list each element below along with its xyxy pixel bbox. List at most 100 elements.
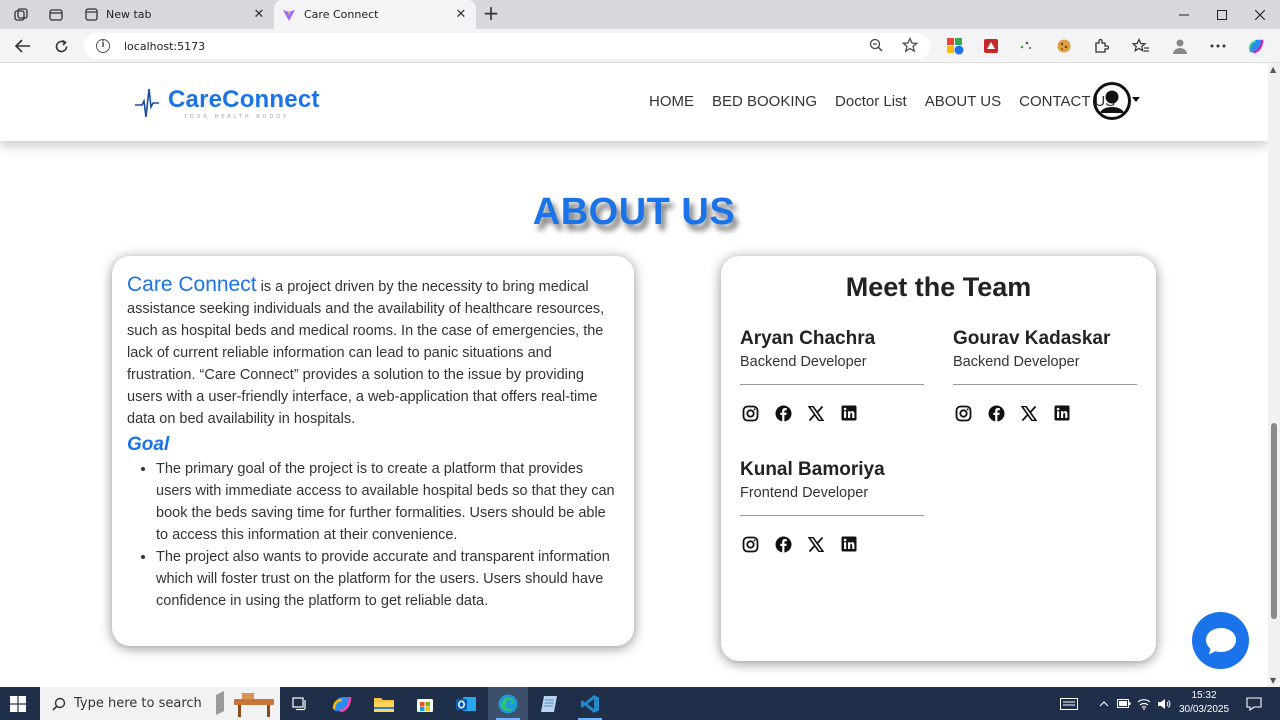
member-role: Frontend Developer xyxy=(740,485,869,501)
brand-name: Care Connect xyxy=(127,273,257,296)
tab-new-tab[interactable]: New tab ✕ xyxy=(76,0,274,29)
chat-bubble-icon xyxy=(1205,627,1236,654)
copilot-icon[interactable] xyxy=(1247,37,1265,55)
social-links xyxy=(740,403,924,423)
zoom-icon[interactable] xyxy=(866,35,886,55)
member-name: Gourav Kadaskar xyxy=(953,328,1111,349)
site-info-icon[interactable]: i xyxy=(96,39,110,53)
about-card: Care Connect is a project driven by the … xyxy=(112,256,634,646)
extension-multicolor-icon[interactable] xyxy=(946,37,964,55)
notes-app-icon xyxy=(541,695,557,712)
nav-about-us[interactable]: ABOUT US xyxy=(925,93,1001,110)
facebook-icon[interactable] xyxy=(986,403,1006,423)
taskbar-app-copilot[interactable] xyxy=(322,687,362,720)
chat-button[interactable] xyxy=(1192,612,1249,669)
taskbar-app-file-explorer[interactable] xyxy=(364,687,404,720)
taskbar-app-edge[interactable] xyxy=(488,687,528,720)
social-links xyxy=(953,403,1137,423)
social-links xyxy=(740,534,924,554)
task-view-button[interactable] xyxy=(280,687,320,720)
favorite-star-icon[interactable] xyxy=(900,35,920,55)
main-nav: HOME BED BOOKING Doctor List ABOUT US CO… xyxy=(649,93,1133,110)
taskbar-search[interactable]: Type here to search xyxy=(40,687,280,720)
edge-icon xyxy=(498,694,518,713)
instagram-icon[interactable] xyxy=(953,403,973,423)
volume-icon[interactable] xyxy=(1154,687,1174,720)
member-role: Backend Developer xyxy=(740,354,867,370)
nav-doctor-list[interactable]: Doctor List xyxy=(835,93,907,110)
logo-tagline: YOUR HEALTH BUDDY xyxy=(184,114,289,120)
taskbar-app-vscode[interactable] xyxy=(570,687,610,720)
goal-item: The project also wants to provide accura… xyxy=(156,546,618,612)
more-options-icon[interactable] xyxy=(1209,37,1227,55)
team-title: Meet the Team xyxy=(845,272,1032,302)
favorites-icon[interactable] xyxy=(1132,37,1150,55)
maximize-icon[interactable] xyxy=(1203,0,1241,29)
nav-bed-booking[interactable]: BED BOOKING xyxy=(712,93,817,110)
logo-text: CareConnect xyxy=(168,86,320,113)
taskbar-app-outlook[interactable] xyxy=(446,687,486,720)
nav-home[interactable]: HOME xyxy=(649,93,694,110)
goal-heading: Goal xyxy=(127,434,170,455)
goal-item: The primary goal of the project is to cr… xyxy=(156,458,618,546)
workspaces-icon[interactable] xyxy=(11,5,31,25)
avatar-dropdown-caret-icon[interactable] xyxy=(1132,97,1140,102)
keyboard-layout-icon[interactable] xyxy=(1055,687,1083,720)
close-window-icon[interactable] xyxy=(1241,0,1279,29)
cookie-extension-icon[interactable] xyxy=(1055,37,1073,55)
scroll-up-icon[interactable]: ▲ xyxy=(1270,65,1276,74)
extensions-puzzle-icon[interactable] xyxy=(1092,37,1110,55)
clock-date: 30/03/2025 xyxy=(1178,704,1230,715)
scrollbar-thumb[interactable] xyxy=(1271,423,1277,619)
windows-start-icon[interactable] xyxy=(10,696,26,712)
tab-actions-icon[interactable] xyxy=(46,5,66,25)
facebook-icon[interactable] xyxy=(773,403,793,423)
back-icon[interactable] xyxy=(12,35,34,57)
new-tab-icon xyxy=(84,8,98,22)
instagram-icon[interactable] xyxy=(740,534,760,554)
divider xyxy=(740,515,924,516)
team-member: Gourav Kadaskar Backend Developer xyxy=(953,328,1137,423)
new-tab-button[interactable]: + xyxy=(480,3,502,25)
profile-icon[interactable] xyxy=(1171,37,1189,55)
clock-time: 15:32 xyxy=(1191,690,1217,701)
page-scrollbar[interactable]: ▲ ▼ xyxy=(1268,63,1280,687)
search-icon xyxy=(52,697,66,711)
vite-favicon-icon xyxy=(282,8,296,22)
scroll-down-icon[interactable]: ▼ xyxy=(1270,676,1276,685)
heartbeat-logo-icon xyxy=(135,88,159,118)
x-icon[interactable] xyxy=(1019,403,1039,423)
taskbar-app-notes[interactable] xyxy=(529,687,569,720)
close-tab-icon[interactable]: ✕ xyxy=(250,7,268,22)
minimize-icon[interactable] xyxy=(1165,0,1203,29)
description-text: is a project driven by the necessity to … xyxy=(127,279,605,427)
site-logo[interactable]: CareConnect YOUR HEALTH BUDDY xyxy=(134,86,320,120)
taskbar-clock[interactable]: 15:32 30/03/2025 xyxy=(1172,689,1236,717)
site-header: CareConnect YOUR HEALTH BUDDY HOME BED B… xyxy=(0,63,1268,141)
show-hidden-icons-icon[interactable] xyxy=(1094,687,1114,720)
folder-icon xyxy=(374,697,394,712)
facebook-icon[interactable] xyxy=(773,534,793,554)
battery-icon[interactable] xyxy=(1114,687,1134,720)
tab-care-connect[interactable]: Care Connect ✕ xyxy=(274,0,476,29)
extension-red-icon[interactable] xyxy=(982,37,1000,55)
search-highlight-illustration-icon xyxy=(216,691,274,717)
url-text: localhost:5173 xyxy=(124,39,206,53)
wifi-icon[interactable] xyxy=(1134,687,1154,720)
x-icon[interactable] xyxy=(806,534,826,554)
divider xyxy=(740,384,924,385)
extension-dots-icon[interactable] xyxy=(1017,37,1035,55)
notifications-icon[interactable] xyxy=(1240,687,1268,720)
linkedin-icon[interactable] xyxy=(839,534,859,554)
linkedin-icon[interactable] xyxy=(1052,403,1072,423)
instagram-icon[interactable] xyxy=(740,403,760,423)
address-bar[interactable]: i localhost:5173 xyxy=(84,33,930,59)
member-name: Aryan Chachra xyxy=(740,328,876,349)
task-view-icon xyxy=(292,696,306,710)
user-avatar-icon[interactable] xyxy=(1093,82,1131,120)
close-tab-icon[interactable]: ✕ xyxy=(452,7,470,22)
linkedin-icon[interactable] xyxy=(839,403,859,423)
refresh-icon[interactable] xyxy=(50,35,72,57)
x-icon[interactable] xyxy=(806,403,826,423)
taskbar-app-store[interactable] xyxy=(405,687,445,720)
